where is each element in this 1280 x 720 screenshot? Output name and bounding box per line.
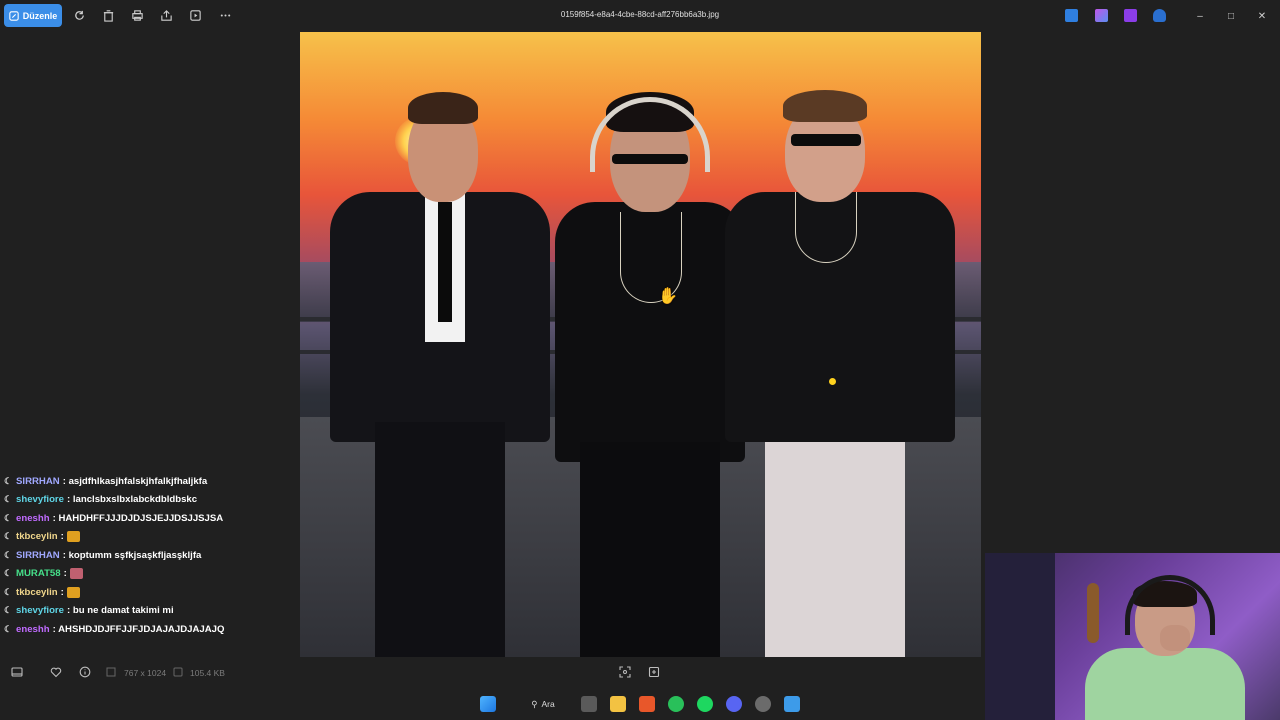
search-icon: ⚲ (531, 698, 538, 709)
moon-icon: ☾ (4, 531, 13, 542)
webcam-overlay (985, 553, 1280, 720)
cursor-highlight-dot (829, 378, 836, 385)
moon-icon: ☾ (4, 494, 13, 505)
webcam-guitar (1087, 583, 1099, 643)
taskbar-search[interactable]: ⚲ Ara (514, 694, 572, 714)
moon-icon: ☾ (4, 586, 13, 597)
chat-username: eneshh (16, 512, 50, 524)
chat-text: : (60, 531, 64, 543)
moon-icon: ☾ (4, 623, 13, 634)
webcam-streamer-body (1085, 648, 1245, 720)
emote-icon (66, 531, 80, 543)
favorite-heart-icon[interactable] (49, 665, 63, 679)
photo-image (300, 32, 981, 657)
fit-to-window-icon[interactable] (618, 665, 632, 679)
chat-text: : bu ne damat takimi mi (67, 605, 174, 617)
app-toolbar: Düzenle 0159f854-e8a4-4cbe-88cd-aff276bb… (0, 0, 1280, 32)
chat-text: : (60, 586, 64, 598)
chat-username: SIRRHAN (16, 549, 60, 561)
tray-app-icon-1[interactable] (1065, 9, 1078, 22)
chat-text: : HAHDHFFJJJDJDJSJEJJDSJJSJSA (52, 512, 224, 524)
brave-browser-icon[interactable] (639, 696, 655, 712)
chrome-icon[interactable] (755, 696, 771, 712)
dimensions-icon (104, 665, 118, 679)
filmstrip-icon[interactable] (10, 665, 24, 679)
hand-cursor-icon: ✋ (658, 288, 678, 305)
window-title: 0159f854-e8a4-4cbe-88cd-aff276bb6a3b.jpg (560, 10, 720, 19)
chat-text: : koptumm sşfkjsaşkfljasşkljfa (62, 549, 202, 561)
photo-person-middle (550, 92, 750, 657)
chat-message: ☾ SIRRHAN: asjdfhlkasjhfalskjhfalkjfhaljk… (4, 472, 294, 491)
chat-message: ☾ shevyfiore: lanclsbxslbxlabckdbldbskc (4, 491, 294, 510)
photo-person-left (320, 92, 560, 657)
chat-message: ☾ SIRRHAN: koptumm sşfkjsaşkfljasşkljfa (4, 546, 294, 565)
moon-icon: ☾ (4, 512, 13, 523)
cloud-icon[interactable] (1153, 9, 1166, 22)
webcam-streamer-hand (1160, 625, 1190, 651)
chat-message: ☾ tkbceylin: (4, 583, 294, 602)
chat-message: ☾ eneshh: AHSHDJDJFFJJFJDJAJAJDJAJAJQ (4, 620, 294, 639)
chat-message: ☾ eneshh: HAHDHFFJJJDJDJSJEJJDSJJSJSA (4, 509, 294, 528)
moon-icon: ☾ (4, 475, 13, 486)
tray-app-icon-2[interactable] (1095, 9, 1108, 22)
emote-icon (69, 568, 83, 580)
image-dimensions: 767 x 1024 (124, 668, 167, 678)
chat-text: : lanclsbxslbxlabckdbldbskc (67, 494, 198, 506)
chat-username: tkbceylin (16, 531, 58, 543)
chat-username: tkbceylin (16, 586, 58, 598)
chat-text: : asjdfhlkasjhfalskjhfalkjfhaljkfa (62, 475, 208, 487)
minimize-icon[interactable]: – (1192, 8, 1208, 24)
chat-username: shevyfiore (16, 605, 64, 617)
discord-icon[interactable] (726, 696, 742, 712)
chat-message: ☾ tkbceylin: (4, 528, 294, 547)
chat-username: eneshh (16, 623, 50, 635)
spotify-icon[interactable] (697, 696, 713, 712)
file-size-icon (171, 665, 185, 679)
file-explorer-icon[interactable] (610, 696, 626, 712)
stream-chat: ☾ SIRRHAN: asjdfhlkasjhfalskjhfalkjfhaljk… (4, 472, 294, 639)
maximize-icon[interactable]: □ (1223, 8, 1239, 24)
moon-icon: ☾ (4, 549, 13, 560)
windows-start-icon[interactable] (480, 696, 496, 712)
chat-message: ☾ MURAT58: (4, 565, 294, 584)
viewer-bottom-bar: 767 x 1024 105.4 KB (0, 660, 985, 684)
task-view-icon[interactable] (581, 696, 597, 712)
zoom-icon[interactable] (647, 665, 661, 679)
chat-message: ☾ shevyfiore: bu ne damat takimi mi (4, 602, 294, 621)
search-label: Ara (541, 699, 555, 709)
chat-username: MURAT58 (16, 568, 61, 580)
moon-icon: ☾ (4, 568, 13, 579)
chat-text: : (63, 568, 67, 580)
chat-username: SIRRHAN (16, 475, 60, 487)
windows-taskbar: ⚲ Ara (470, 690, 810, 718)
emote-icon (66, 586, 80, 598)
webcam-shelf (985, 553, 1055, 720)
file-size: 105.4 KB (190, 668, 225, 678)
photo-person-right (725, 82, 965, 657)
whatsapp-icon[interactable] (668, 696, 684, 712)
tray-app-icon-3[interactable] (1124, 9, 1137, 22)
chat-text: : AHSHDJDJFFJJFJDJAJAJDJAJAJQ (52, 623, 225, 635)
info-icon[interactable] (78, 665, 92, 679)
photos-app-icon[interactable] (784, 696, 800, 712)
close-icon[interactable]: ✕ (1254, 8, 1270, 24)
chat-username: shevyfiore (16, 494, 64, 506)
moon-icon: ☾ (4, 605, 13, 616)
